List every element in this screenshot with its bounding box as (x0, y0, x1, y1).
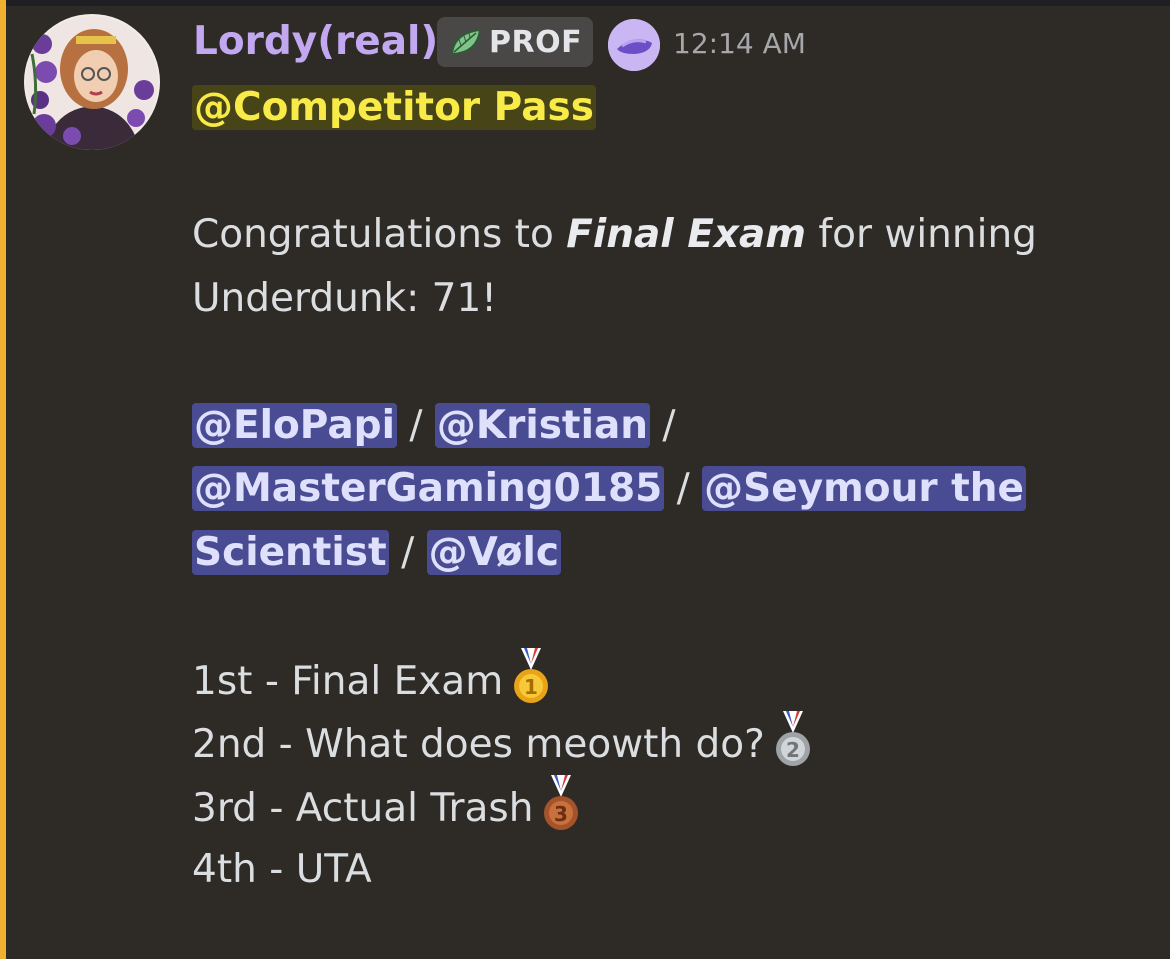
congrats-line: Congratulations to Final Exam for winnin… (192, 203, 1152, 267)
user-mention[interactable]: @Seymour the (702, 466, 1026, 511)
standing-row: 2nd - What does meowth do? 2 (192, 711, 1152, 775)
mentions-line-1: @EloPapi / @Kristian / (192, 394, 1152, 458)
gold-medal-icon: 1 (514, 647, 549, 703)
user-mention[interactable]: @MasterGaming0185 (192, 466, 665, 511)
standing-row: 4th - UTA (192, 838, 1152, 902)
user-mention[interactable]: @EloPapi (192, 402, 397, 448)
role-mention[interactable]: @Competitor Pass (192, 85, 596, 130)
avatar-image (24, 14, 160, 150)
separator: / (388, 529, 427, 575)
user-mention[interactable]: @Vølc (426, 529, 561, 575)
standing-text: 1st - Final Exam (192, 658, 504, 704)
standing-text: 4th - UTA (192, 847, 372, 892)
standing-row: 3rd - Actual Trash 3 (192, 774, 1152, 839)
congrats-prefix: Congratulations to (192, 212, 567, 257)
winning-team: Final Exam (566, 212, 807, 257)
svg-text:1: 1 (524, 675, 538, 699)
silver-medal-icon: 2 (775, 711, 810, 766)
tag-label: PROF (489, 24, 583, 60)
congrats-suffix: for winning (806, 212, 1037, 257)
standing-row: 1st - Final Exam 1 (192, 647, 1152, 712)
separator: / (664, 466, 703, 511)
visor-icon[interactable] (608, 19, 660, 71)
mentions-line-3: Scientist / @Vølc (192, 521, 1152, 585)
user-mention[interactable]: @Kristian (434, 402, 651, 448)
role-mention-line: @Competitor Pass (192, 76, 1152, 140)
congrats-line-2: Underdunk: 71! (192, 275, 497, 321)
avatar[interactable] (24, 14, 160, 150)
separator: / (650, 402, 676, 448)
user-mention[interactable]: Scientist (192, 529, 389, 575)
svg-text:2: 2 (786, 738, 800, 762)
leaf-icon (450, 28, 482, 56)
author-username[interactable]: Lordy(real) (193, 18, 438, 66)
mentions-line-2: @MasterGaming0185 / @Seymour the (192, 457, 1152, 521)
mention-highlight-bar (0, 0, 6, 959)
separator: / (396, 402, 435, 448)
message-content: @Competitor Pass Congratulations to Fina… (192, 76, 1152, 902)
svg-text:3: 3 (554, 802, 568, 826)
bronze-medal-icon: 3 (544, 774, 579, 830)
server-tag-badge[interactable]: PROF (437, 17, 593, 67)
standing-text: 2nd - What does meowth do? (192, 722, 765, 767)
top-strip (0, 0, 1170, 6)
message-timestamp: 12:14 AM (673, 27, 806, 60)
standing-text: 3rd - Actual Trash (192, 785, 534, 831)
